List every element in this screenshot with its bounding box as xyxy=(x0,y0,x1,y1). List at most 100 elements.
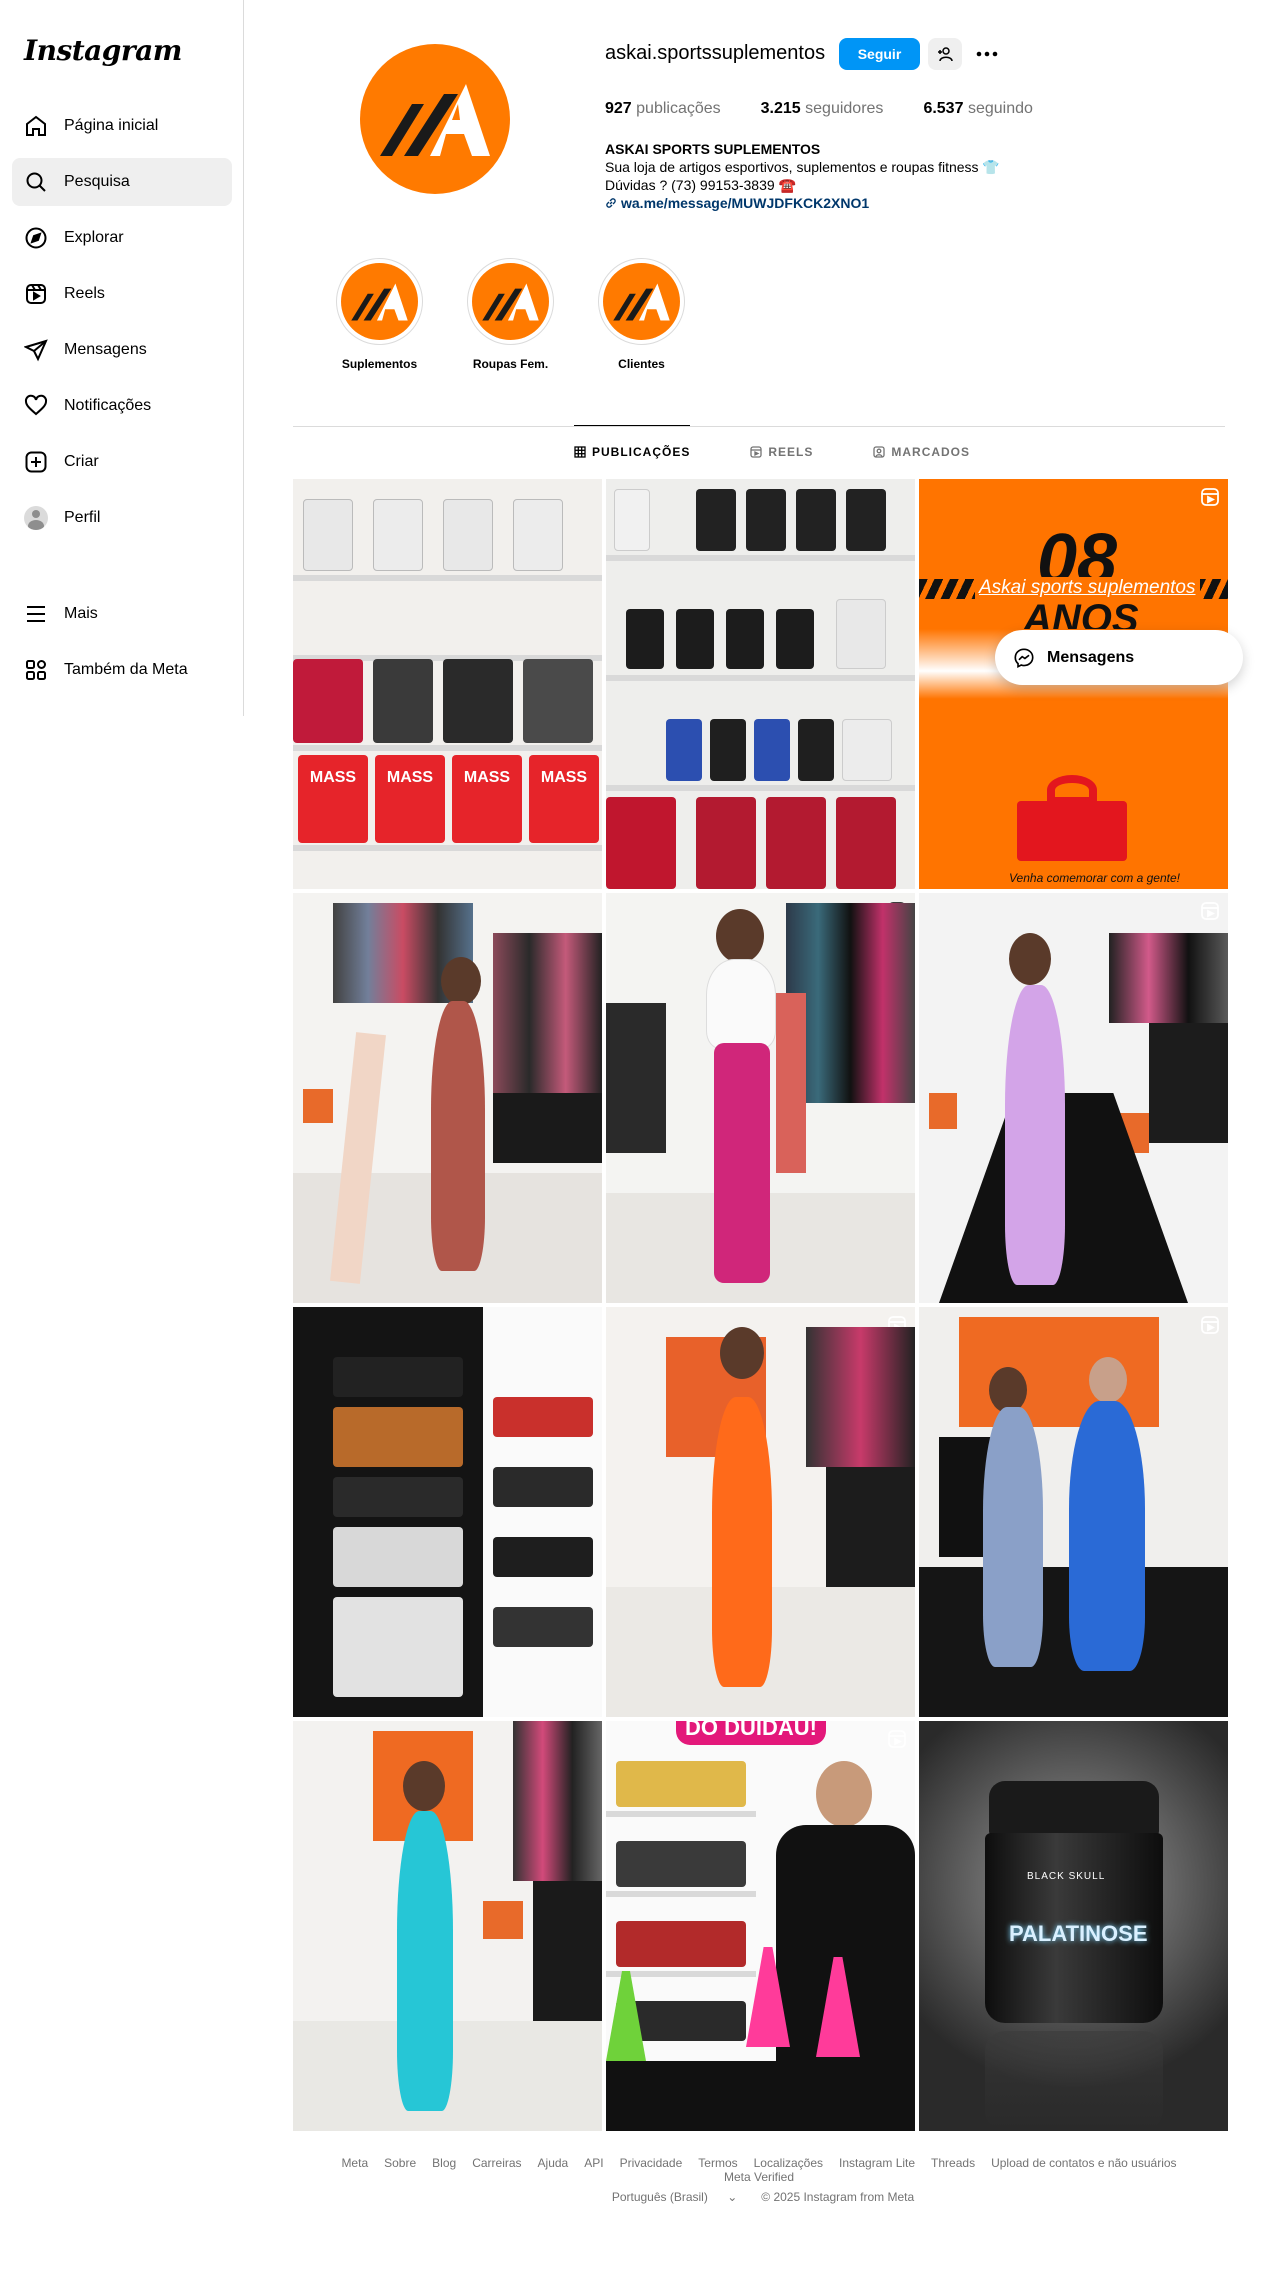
footer-link[interactable]: Termos xyxy=(698,2156,737,2170)
followers-label: seguidores xyxy=(805,100,884,117)
posts-label: publicações xyxy=(636,100,721,117)
product-bag xyxy=(373,659,433,743)
clothes-rack xyxy=(806,1327,915,1467)
tab-tagged[interactable]: MARCADOS xyxy=(873,426,970,478)
footer-link[interactable]: Carreiras xyxy=(472,2156,521,2170)
footer-bottom: Português (Brasil) ⌄ © 2025 Instagram fr… xyxy=(293,2190,1225,2204)
post-item[interactable] xyxy=(919,893,1228,1303)
heart-icon xyxy=(24,394,48,416)
footer-link[interactable]: Meta xyxy=(341,2156,368,2170)
sidebar-item-explore[interactable]: Explorar xyxy=(12,214,232,262)
person-head xyxy=(441,957,481,1005)
counter-top xyxy=(606,2061,915,2131)
product-bag xyxy=(293,659,363,743)
sidebar-item-more[interactable]: Mais xyxy=(12,590,232,638)
counter xyxy=(826,1467,915,1587)
person-figure xyxy=(1069,1401,1145,1671)
copyright: © 2025 Instagram from Meta xyxy=(761,2190,915,2204)
language-select[interactable]: Português (Brasil) ⌄ xyxy=(604,2190,745,2204)
footer-link[interactable]: Meta Verified xyxy=(724,2170,794,2184)
tab-reels[interactable]: REELS xyxy=(750,426,813,478)
highlight-suplementos[interactable]: Suplementos xyxy=(336,258,423,371)
messenger-icon xyxy=(1014,647,1034,668)
highlight-label: Roupas Fem. xyxy=(472,357,549,371)
posts-count: 927 xyxy=(605,100,632,117)
post-item[interactable]: DO DUIDAU! xyxy=(606,1721,915,2131)
sidebar-item-label: Mais xyxy=(64,605,98,622)
reel-badge-icon xyxy=(1201,1316,1219,1334)
person-head xyxy=(1089,1357,1127,1403)
sidebar-item-home[interactable]: Página inicial xyxy=(12,102,232,150)
sidebar-item-label: Notificações xyxy=(64,397,152,414)
product-bag xyxy=(333,1407,463,1467)
footer-link[interactable]: Blog xyxy=(432,2156,456,2170)
instagram-logo[interactable]: Instagram xyxy=(24,34,182,67)
highlight-roupas[interactable]: Roupas Fem. xyxy=(467,258,554,371)
messages-popup[interactable]: Mensagens xyxy=(995,630,1243,685)
footer-link[interactable]: Ajuda xyxy=(538,2156,569,2170)
post-item[interactable]: BLACK SKULL PALATINOSE xyxy=(919,1721,1228,2131)
person-shirt xyxy=(706,959,776,1049)
sidebar-item-reels[interactable]: Reels xyxy=(12,270,232,318)
footer-link[interactable]: Upload de contatos e não usuários xyxy=(991,2156,1176,2170)
home-icon xyxy=(26,115,46,136)
person-figure xyxy=(431,1001,485,1271)
send-icon xyxy=(24,339,48,362)
bio-line-1: Sua loja de artigos esportivos, suplemen… xyxy=(605,159,1000,175)
product-jar xyxy=(836,599,886,669)
post-item[interactable] xyxy=(606,893,915,1303)
sidebar-item-meta[interactable]: Também da Meta xyxy=(12,646,232,694)
footer-link[interactable]: Threads xyxy=(931,2156,975,2170)
post-item[interactable] xyxy=(293,893,602,1303)
sidebar-item-create[interactable]: Criar xyxy=(12,438,232,486)
product-jar xyxy=(626,609,664,669)
tab-posts[interactable]: PUBLICAÇÕES xyxy=(574,425,691,477)
sidebar-item-profile[interactable]: Perfil xyxy=(12,494,232,542)
person-head xyxy=(816,1761,872,1827)
reels-icon xyxy=(26,284,46,304)
white-shelf xyxy=(483,1307,602,1717)
more-options-button[interactable] xyxy=(972,38,1002,70)
footer-link[interactable]: Privacidade xyxy=(620,2156,683,2170)
post-item[interactable]: MASS MASS MASS MASS xyxy=(293,479,602,889)
following-stat[interactable]: 6.537 seguindo xyxy=(923,100,1032,118)
product-bag xyxy=(303,499,353,571)
grid-icon xyxy=(574,445,586,458)
product-jar xyxy=(666,719,702,781)
person-head xyxy=(716,909,764,963)
askai-logo-icon xyxy=(380,84,490,156)
post-item[interactable] xyxy=(293,1307,602,1717)
highlight-clientes[interactable]: Clientes xyxy=(598,258,685,371)
following-count: 6.537 xyxy=(923,100,964,117)
product-bag xyxy=(443,499,493,571)
highlight-label: Clientes xyxy=(618,357,665,371)
post-item[interactable] xyxy=(919,1307,1228,1717)
footer-link[interactable]: API xyxy=(584,2156,603,2170)
product-jar xyxy=(616,1921,746,1967)
orange-stool xyxy=(483,1901,523,1939)
profile-tabs: PUBLICAÇÕES REELS MARCADOS xyxy=(574,425,1030,478)
post-item[interactable] xyxy=(293,1721,602,2131)
person-figure xyxy=(1005,985,1065,1285)
profile-avatar[interactable] xyxy=(360,44,510,194)
sidebar-item-messages[interactable]: Mensagens xyxy=(12,326,232,374)
footer-link[interactable]: Localizações xyxy=(754,2156,823,2170)
suggest-button[interactable] xyxy=(928,38,962,70)
sidebar-item-search[interactable]: Pesquisa xyxy=(12,158,232,206)
orange-stool xyxy=(303,1089,333,1123)
person-figure xyxy=(983,1407,1043,1667)
product-jar xyxy=(493,1607,593,1647)
product-bag xyxy=(333,1357,463,1397)
sidebar-item-notifications[interactable]: Notificações xyxy=(12,382,232,430)
followers-stat[interactable]: 3.215 seguidores xyxy=(761,100,884,118)
counter xyxy=(1149,1023,1228,1143)
post-item[interactable] xyxy=(606,1307,915,1717)
footer-link[interactable]: Sobre xyxy=(384,2156,416,2170)
product-bag xyxy=(523,659,593,743)
follow-button[interactable]: Seguir xyxy=(839,38,920,70)
shelf xyxy=(606,785,915,791)
product-jar xyxy=(676,609,714,669)
post-item[interactable] xyxy=(606,479,915,889)
footer-link[interactable]: Instagram Lite xyxy=(839,2156,915,2170)
bio-link[interactable]: wa.me/message/MUWJDFKCK2XNO1 xyxy=(605,194,1000,212)
